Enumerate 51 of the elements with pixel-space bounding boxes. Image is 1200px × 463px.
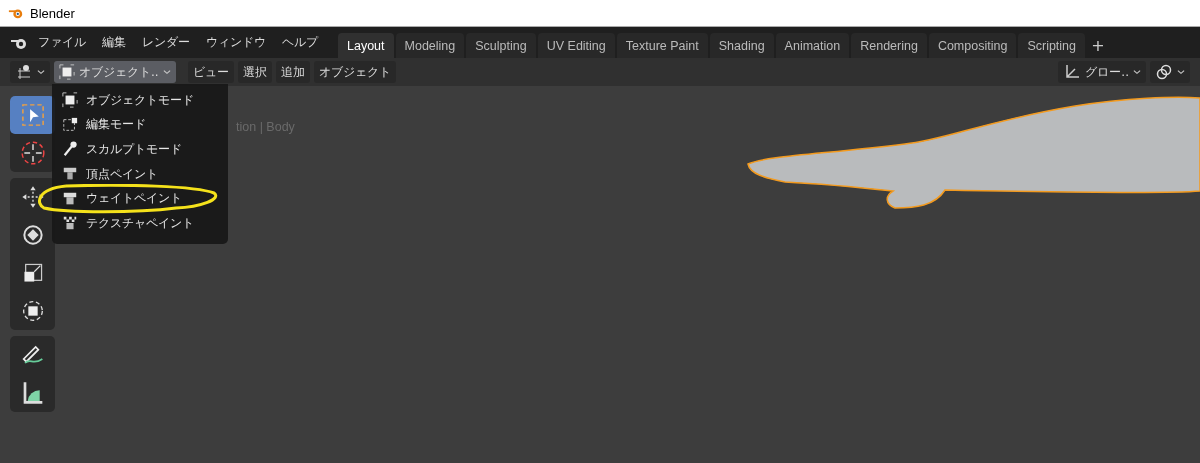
workspace-tab[interactable]: Rendering xyxy=(851,33,927,58)
mode-menu-item[interactable]: テクスチャペイント xyxy=(52,215,228,232)
mode-menu-item[interactable]: オブジェクトモード xyxy=(52,92,228,109)
header-menu[interactable]: オブジェクト xyxy=(313,61,396,83)
vertices-icon xyxy=(62,116,78,133)
axes-icon xyxy=(15,63,33,81)
pivot-dropdown[interactable] xyxy=(1150,61,1190,83)
window-title: Blender xyxy=(30,5,75,21)
checker-icon xyxy=(62,215,78,232)
workspace-tab[interactable]: Animation xyxy=(775,33,850,58)
transform-icon xyxy=(20,299,45,323)
menu-item[interactable]: ファイル xyxy=(32,34,92,51)
menu-item[interactable]: ウィンドウ xyxy=(200,34,272,51)
workspace-tab[interactable]: Layout xyxy=(338,33,394,58)
mode-menu-item[interactable]: ウェイトペイント xyxy=(52,190,228,207)
workspace-tab[interactable]: Modeling xyxy=(395,33,465,58)
chevron-icon xyxy=(37,68,45,76)
mode-menu-item[interactable]: 編集モード xyxy=(52,116,228,133)
mode-dropdown[interactable]: オブジェクト.. xyxy=(54,61,176,83)
mode-menu-item[interactable]: スカルプトモード xyxy=(52,141,228,158)
editor-type-button[interactable] xyxy=(10,61,50,83)
orientation-dropdown[interactable]: グロー.. xyxy=(1058,61,1146,83)
chevron-icon xyxy=(162,68,171,76)
menu-item[interactable]: ヘルプ xyxy=(276,34,324,51)
workspace-tab[interactable]: Texture Paint xyxy=(616,33,708,58)
select-cursor-icon xyxy=(19,102,46,128)
tool-button[interactable] xyxy=(10,96,55,134)
move-arrows-icon xyxy=(20,185,45,209)
workspace-tab[interactable]: Shading xyxy=(709,33,774,58)
brush-icon xyxy=(62,141,78,158)
axes-icon xyxy=(1063,63,1082,81)
workspace-tab[interactable]: Sculpting xyxy=(466,33,536,58)
add-workspace-button[interactable]: + xyxy=(1087,33,1109,58)
square-icon xyxy=(59,64,75,80)
workspace-tab[interactable]: Compositing xyxy=(928,33,1017,58)
header-menu[interactable]: 追加 xyxy=(275,61,310,83)
crosshair-icon xyxy=(19,140,46,166)
header-menu[interactable]: 選択 xyxy=(237,61,272,83)
workspace-tab[interactable]: UV Editing xyxy=(537,33,615,58)
paint-icon xyxy=(62,190,78,207)
square-icon xyxy=(62,92,78,109)
chevron-icon xyxy=(1177,68,1185,76)
header-menu[interactable]: ビュー xyxy=(187,61,234,83)
rotate-icon xyxy=(20,223,45,247)
mode-menu-item[interactable]: 頂点ペイント xyxy=(52,166,228,183)
link-icon xyxy=(1155,63,1173,81)
menu-item[interactable]: レンダー xyxy=(136,34,196,51)
menu-item[interactable]: 編集 xyxy=(96,34,132,51)
chevron-icon xyxy=(1133,68,1141,76)
scale-icon xyxy=(21,262,44,284)
workspace-tab[interactable]: Scripting xyxy=(1018,33,1085,58)
